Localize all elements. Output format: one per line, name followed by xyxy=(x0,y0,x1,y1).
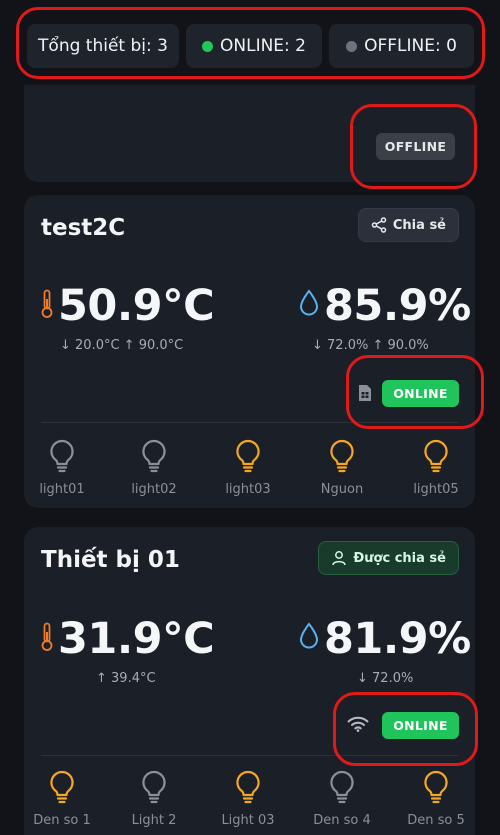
light-label: light03 xyxy=(225,482,271,497)
temperature-value: 31.9°C xyxy=(58,614,215,664)
total-devices-label: Tổng thiết bị: 3 xyxy=(38,36,168,56)
temperature-value: 50.9°C xyxy=(58,281,215,331)
light-label: Light 2 xyxy=(131,813,177,828)
thermometer-icon xyxy=(41,289,53,318)
light-label: Den so 5 xyxy=(407,813,465,828)
light-toggle[interactable]: light03 xyxy=(213,439,283,497)
lightbulb-icon xyxy=(423,439,449,477)
lightbulb-icon xyxy=(49,770,75,808)
device-card[interactable]: test2C Chia sẻ 50.9°C ↓ 20.0°C ↑ 90.0°C … xyxy=(24,195,475,508)
divider xyxy=(41,422,458,423)
temperature-reading: 50.9°C xyxy=(40,281,215,331)
online-dot-icon xyxy=(202,40,213,52)
shared-button-label: Được chia sẻ xyxy=(353,550,446,566)
thermometer-icon xyxy=(41,622,53,651)
light-toggle[interactable]: Nguon xyxy=(307,439,377,497)
droplet-icon xyxy=(299,622,319,649)
humidity-range: ↓ 72.0% xyxy=(357,671,414,686)
light-toggle[interactable]: Light 03 xyxy=(213,770,283,828)
wifi-icon xyxy=(347,716,369,732)
light-label: Den so 4 xyxy=(313,813,371,828)
offline-count-chip: OFFLINE: 0 xyxy=(329,24,474,68)
light-toggle[interactable]: light01 xyxy=(27,439,97,497)
humidity-value: 81.9% xyxy=(324,614,471,664)
light-label: Light 03 xyxy=(221,813,275,828)
share-icon xyxy=(371,217,387,233)
lightbulb-icon xyxy=(329,439,355,477)
online-count-chip: ONLINE: 2 xyxy=(186,24,322,68)
status-label: OFFLINE xyxy=(384,139,447,154)
shared-with-me-button[interactable]: Được chia sẻ xyxy=(318,541,459,575)
light-toggle[interactable]: light02 xyxy=(119,439,189,497)
device-summary-bar: Tổng thiết bị: 3 ONLINE: 2 OFFLINE: 0 xyxy=(16,7,485,79)
humidity-reading: 85.9% xyxy=(298,285,471,328)
light-toggle[interactable]: Den so 4 xyxy=(307,770,377,828)
light-label: Den so 1 xyxy=(33,813,91,828)
status-label: ONLINE xyxy=(393,386,448,401)
offline-count-label: OFFLINE: 0 xyxy=(364,36,457,56)
device-name: test2C xyxy=(41,215,126,241)
lightbulb-icon xyxy=(329,770,355,808)
lightbulb-icon xyxy=(235,770,261,808)
device-card[interactable]: Thiết bị 01 Được chia sẻ 31.9°C ↑ 39.4°C… xyxy=(24,527,475,835)
light-label: Nguon xyxy=(320,482,364,497)
divider xyxy=(41,755,458,756)
device-name: Thiết bị 01 xyxy=(41,547,180,573)
humidity-value: 85.9% xyxy=(324,281,471,331)
light-label: light02 xyxy=(131,482,177,497)
lightbulb-icon xyxy=(141,770,167,808)
offline-dot-icon xyxy=(346,40,358,52)
light-toggle[interactable]: Den so 1 xyxy=(27,770,97,828)
user-icon xyxy=(332,551,347,566)
light-label: light05 xyxy=(413,482,459,497)
status-badge-offline: OFFLINE xyxy=(376,133,455,160)
status-badge-online: ONLINE xyxy=(382,380,459,407)
status-label: ONLINE xyxy=(393,718,448,733)
light-toggle[interactable]: Den so 5 xyxy=(401,770,471,828)
temperature-range: ↑ 39.4°C xyxy=(96,671,156,686)
device-card-partial[interactable]: OFFLINE xyxy=(24,85,475,182)
light-toggle[interactable]: Light 2 xyxy=(119,770,189,828)
lightbulb-icon xyxy=(235,439,261,477)
share-button-label: Chia sẻ xyxy=(392,217,446,233)
lightbulb-icon xyxy=(141,439,167,477)
sim-card-icon xyxy=(359,385,371,401)
lightbulb-icon xyxy=(49,439,75,477)
online-count-label: ONLINE: 2 xyxy=(220,36,306,56)
temperature-range: ↓ 20.0°C ↑ 90.0°C xyxy=(60,338,184,353)
droplet-icon xyxy=(299,289,319,316)
status-badge-online: ONLINE xyxy=(382,712,459,739)
light-toggle[interactable]: light05 xyxy=(401,439,471,497)
humidity-reading: 81.9% xyxy=(298,618,471,661)
humidity-range: ↓ 72.0% ↑ 90.0% xyxy=(312,338,429,353)
total-devices-chip: Tổng thiết bị: 3 xyxy=(27,24,179,68)
share-button[interactable]: Chia sẻ xyxy=(357,208,459,242)
lightbulb-icon xyxy=(423,770,449,808)
temperature-reading: 31.9°C xyxy=(40,614,215,664)
light-label: light01 xyxy=(39,482,85,497)
